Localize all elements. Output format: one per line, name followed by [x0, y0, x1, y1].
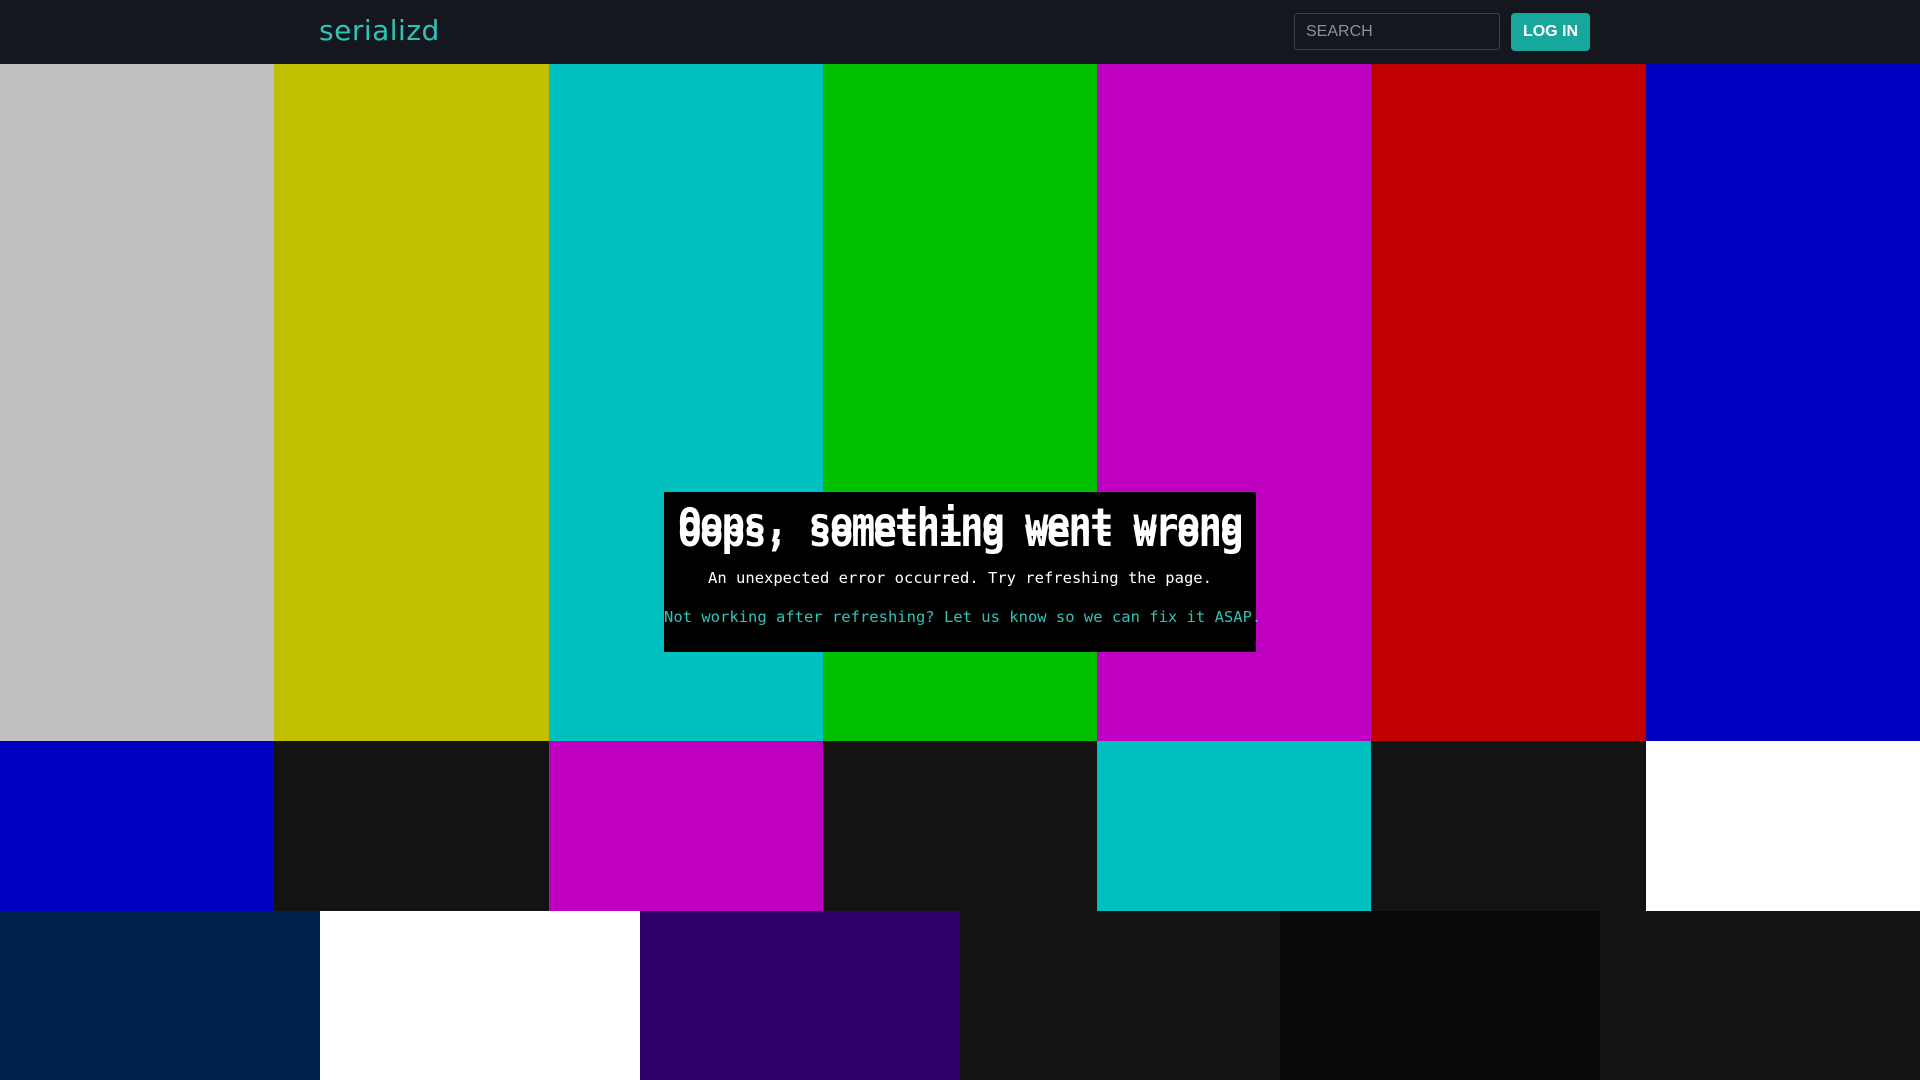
bottom-color-bar [1600, 911, 1920, 1080]
middle-color-bar [549, 741, 823, 911]
error-message: An unexpected error occurred. Try refres… [708, 569, 1212, 587]
middle-color-bar [274, 741, 549, 911]
error-title: Oops, something went wrong [678, 501, 1243, 546]
contact-support-link[interactable]: Not working after refreshing? Let us kno… [664, 608, 1261, 626]
middle-color-bar [1097, 741, 1371, 911]
middle-color-bar [1371, 741, 1646, 911]
bottom-color-bar [960, 911, 1280, 1080]
bottom-color-bar [640, 911, 960, 1080]
login-button[interactable]: LOG IN [1511, 13, 1590, 51]
top-color-bar [1371, 64, 1646, 741]
middle-color-bar [1646, 741, 1920, 911]
bottom-color-bar [1280, 911, 1600, 1080]
middle-color-bar [823, 741, 1097, 911]
top-navbar: serializd LOG IN [0, 0, 1920, 64]
top-color-bar [274, 64, 549, 741]
brand-logo[interactable]: serializd [319, 14, 440, 47]
search-input[interactable] [1294, 13, 1500, 50]
bottom-color-bar [0, 911, 320, 1080]
error-title-wrap: Oops, something went wrong Oops, somethi… [664, 504, 1256, 556]
middle-color-bar [0, 741, 274, 911]
bottom-color-bar [320, 911, 640, 1080]
top-color-bar [0, 64, 274, 741]
error-dialog: Oops, something went wrong Oops, somethi… [664, 492, 1261, 652]
top-color-bar [1646, 64, 1920, 741]
